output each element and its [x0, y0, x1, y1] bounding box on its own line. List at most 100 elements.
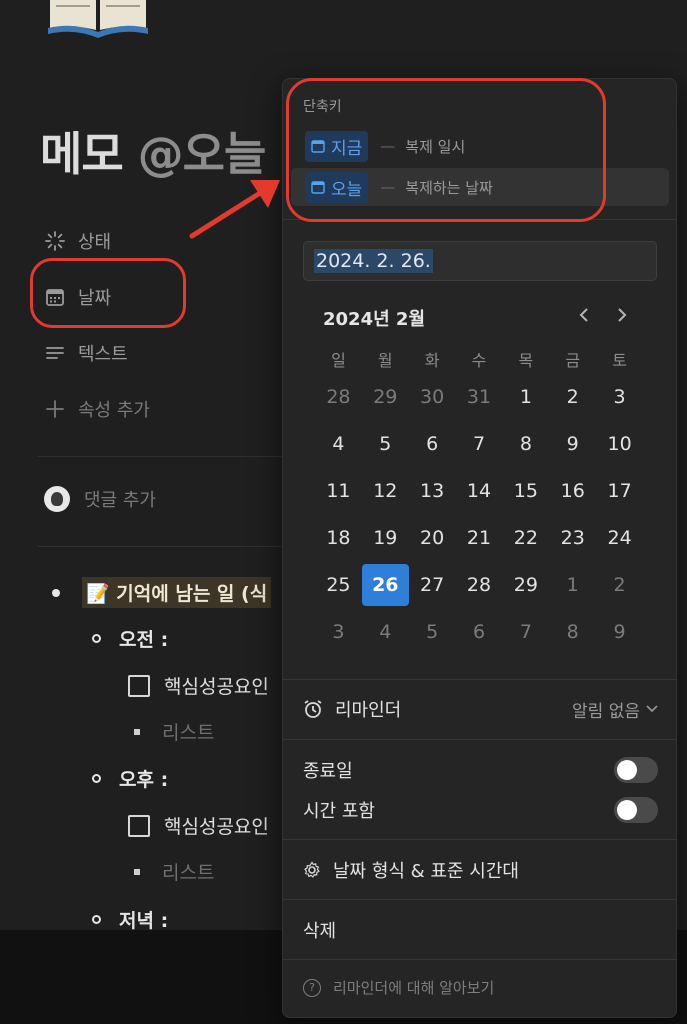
calendar-day[interactable]: 6 — [456, 611, 503, 653]
reminder-value: 알림 없음 — [572, 701, 640, 722]
calendar-day[interactable]: 13 — [409, 470, 456, 512]
weekday-label: 목 — [518, 351, 534, 370]
calendar-day[interactable]: 22 — [502, 517, 549, 559]
calendar-day[interactable]: 11 — [315, 470, 362, 512]
include-time-toggle[interactable] — [614, 797, 658, 823]
calendar-day[interactable]: 1 — [549, 564, 596, 606]
month-label: 2024년 2월 — [323, 309, 426, 330]
calendar-day[interactable]: 5 — [409, 611, 456, 653]
calendar-day[interactable]: 31 — [456, 376, 503, 418]
end-date-label: 종료일 — [303, 761, 353, 782]
help-label: 리마인더에 대해 알아보기 — [333, 979, 495, 997]
calendar-day[interactable]: 29 — [502, 564, 549, 606]
calendar-day[interactable]: 18 — [315, 517, 362, 559]
calendar-day[interactable]: 2 — [549, 376, 596, 418]
weekday-label: 월 — [377, 351, 393, 370]
bullet-evening[interactable]: 저녁 : — [92, 906, 168, 933]
calendar-day[interactable]: 27 — [409, 564, 456, 606]
popup-divider — [283, 959, 676, 960]
calendar-day[interactable]: 28 — [315, 376, 362, 418]
calendar-day[interactable]: 30 — [409, 376, 456, 418]
date-input[interactable]: 2024. 2. 26. — [303, 241, 657, 281]
calendar-day[interactable]: 28 — [456, 564, 503, 606]
todo-item-morning[interactable]: 핵심성공요인 — [128, 672, 269, 699]
alarm-clock-icon — [304, 700, 322, 718]
afternoon-label: 오후 : — [119, 769, 169, 791]
calendar-day[interactable]: 24 — [596, 517, 643, 559]
calendar-day[interactable]: 6 — [409, 423, 456, 465]
memo-emoji-icon: 📝 — [86, 583, 110, 605]
calendar-day[interactable]: 17 — [596, 470, 643, 512]
annotation-box-shortcuts — [286, 78, 606, 222]
add-property-button[interactable]: 속성 추가 — [44, 396, 150, 422]
property-text[interactable]: 텍스트 — [44, 340, 128, 366]
chevron-right-icon — [618, 308, 627, 322]
calendar-day[interactable]: 8 — [549, 611, 596, 653]
text-lines-icon — [44, 342, 66, 364]
calendar-day-selected[interactable]: 26 — [361, 563, 409, 606]
calendar-day[interactable]: 9 — [596, 611, 643, 653]
evening-label: 저녁 : — [119, 910, 169, 932]
end-date-row: 종료일 — [303, 757, 658, 783]
calendar-day[interactable]: 5 — [362, 423, 409, 465]
calendar-day[interactable]: 4 — [362, 611, 409, 653]
todo-text: 핵심성공요인 — [164, 816, 269, 838]
calendar-day[interactable]: 3 — [596, 376, 643, 418]
calendar-day[interactable]: 8 — [502, 423, 549, 465]
todo-checkbox[interactable] — [128, 674, 150, 697]
calendar-day[interactable]: 12 — [362, 470, 409, 512]
todo-checkbox[interactable] — [128, 814, 150, 837]
calendar-day[interactable]: 25 — [315, 564, 362, 606]
help-link[interactable]: ? 리마인더에 대해 알아보기 — [303, 977, 494, 998]
calendar-day[interactable]: 29 — [362, 376, 409, 418]
todo-item-afternoon[interactable]: 핵심성공요인 — [128, 812, 269, 839]
popup-divider — [283, 679, 676, 680]
bullet-afternoon[interactable]: 오후 : — [92, 765, 168, 792]
open-book-icon — [48, 0, 148, 38]
calendar-week: 11 12 13 14 15 16 17 — [315, 467, 643, 514]
bullet-morning[interactable]: 오전 : — [92, 625, 168, 652]
prev-month-button[interactable] — [573, 305, 595, 327]
calendar-day[interactable]: 23 — [549, 517, 596, 559]
list-item-afternoon[interactable]: 리스트 — [134, 858, 214, 885]
calendar-day[interactable]: 20 — [409, 517, 456, 559]
calendar-day[interactable]: 4 — [315, 423, 362, 465]
calendar-day[interactable]: 15 — [502, 470, 549, 512]
calendar-day[interactable]: 21 — [456, 517, 503, 559]
bullet-heading[interactable]: 📝 기억에 남는 일 (식 — [52, 577, 272, 608]
chevron-left-icon — [579, 308, 588, 322]
comment-add-row[interactable]: 댓글 추가 — [44, 486, 156, 512]
calendar-day[interactable]: 2 — [596, 564, 643, 606]
next-month-button[interactable] — [611, 305, 633, 327]
date-format-row[interactable]: 날짜 형식 & 표준 시간대 — [303, 857, 658, 883]
weekday-header: 일 월 화 수 목 금 토 — [315, 345, 643, 373]
end-date-toggle[interactable] — [614, 757, 658, 783]
popup-divider — [283, 839, 676, 840]
calendar-day[interactable]: 7 — [502, 611, 549, 653]
calendar-week: 18 19 20 21 22 23 24 — [315, 514, 643, 561]
include-time-label: 시간 포함 — [303, 801, 375, 822]
reminder-row[interactable]: 리마인더 알림 없음 — [303, 696, 658, 722]
calendar-day[interactable]: 7 — [456, 423, 503, 465]
calendar-day[interactable]: 9 — [549, 423, 596, 465]
bullet-circle — [92, 634, 101, 643]
calendar-day[interactable]: 16 — [549, 470, 596, 512]
reminder-select[interactable]: 알림 없음 — [572, 697, 658, 722]
calendar-day[interactable]: 19 — [362, 517, 409, 559]
reminder-label: 리마인더 — [335, 700, 402, 721]
calendar-day[interactable]: 10 — [596, 423, 643, 465]
weekday-label: 일 — [331, 351, 346, 370]
todo-text: 핵심성공요인 — [164, 676, 269, 698]
delete-row[interactable]: 삭제 — [303, 917, 658, 943]
calendar-day[interactable]: 3 — [315, 611, 362, 653]
property-status[interactable]: 상태 — [44, 228, 111, 254]
calendar-day[interactable]: 14 — [456, 470, 503, 512]
calendar-week: 25 26 27 28 29 1 2 — [315, 561, 643, 608]
list-item-morning[interactable]: 리스트 — [134, 718, 214, 745]
weekday-label: 토 — [612, 351, 627, 370]
include-time-row: 시간 포함 — [303, 797, 658, 823]
calendar-day[interactable]: 1 — [502, 376, 549, 418]
weekday-label: 화 — [424, 351, 440, 370]
calendar-week: 3 4 5 6 7 8 9 — [315, 608, 643, 655]
property-text-label: 텍스트 — [78, 344, 128, 365]
